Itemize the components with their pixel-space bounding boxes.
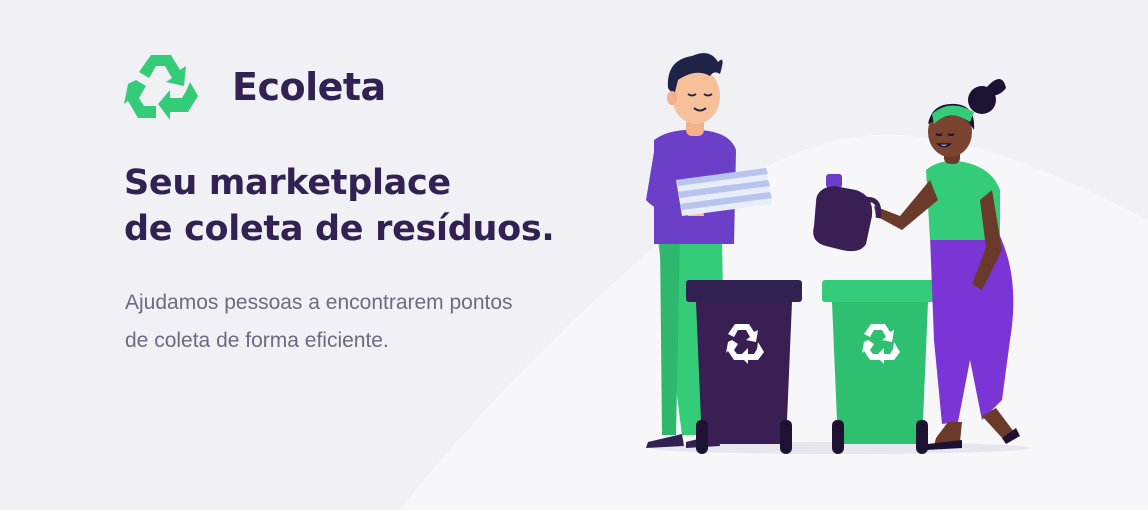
dark-recycling-bin bbox=[686, 280, 802, 454]
page-title-line: de coleta de resíduos. bbox=[124, 209, 555, 249]
green-recycling-bin bbox=[822, 280, 938, 454]
brand-logo[interactable]: Ecoleta bbox=[124, 52, 386, 122]
hero-description: Ajudamos pessoas a encontrarem pontos de… bbox=[125, 284, 595, 360]
recycle-icon bbox=[124, 55, 198, 120]
page-title: Seu marketplace de coleta de resíduos. bbox=[124, 160, 594, 252]
brand-name: Ecoleta bbox=[232, 65, 386, 109]
page-title-line: Seu marketplace bbox=[124, 163, 451, 203]
hero-description-line: de coleta de forma eficiente. bbox=[125, 329, 389, 352]
hero-description-line: Ajudamos pessoas a encontrarem pontos bbox=[125, 291, 513, 314]
jug-icon bbox=[813, 174, 882, 252]
recycling-illustration bbox=[646, 53, 1030, 454]
